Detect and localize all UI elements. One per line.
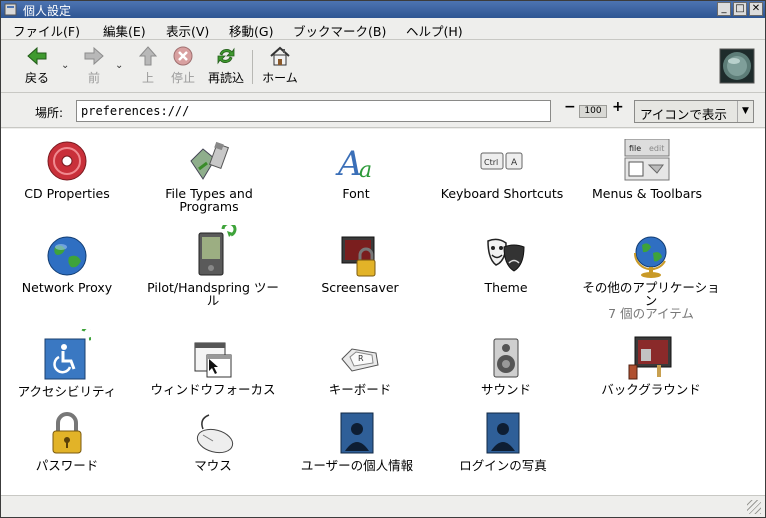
back-label: 戻る [24, 71, 49, 85]
location-label: 場所: [35, 106, 64, 120]
icon-item[interactable]: その他のアプリケーション 7 個のアイテム [581, 233, 721, 321]
location-bar: 場所: preferences:/// − 100 + アイコンで表示 ▼ [1, 94, 765, 128]
icon-item[interactable]: マウス [143, 411, 283, 472]
menu-bar: ファイル(F) 編集(E) 表示(V) 移動(G) ブックマーク(B) ヘルプ(… [1, 18, 765, 40]
forward-button[interactable]: 前 [79, 45, 109, 86]
padlock-icon [52, 412, 82, 454]
up-button[interactable]: 上 [134, 45, 162, 86]
pda-icon [198, 221, 237, 276]
svg-text:file: file [629, 144, 641, 153]
close-button[interactable]: ✕ [749, 2, 763, 16]
up-arrow-icon [138, 46, 158, 66]
icon-item[interactable]: ログインの写真 [433, 411, 573, 472]
toolbar-separator [252, 50, 253, 84]
menu-bookmarks[interactable]: ブックマーク(B) [293, 21, 386, 40]
zoom-level[interactable]: 100 [579, 105, 607, 118]
title-bar[interactable]: 個人設定 _ □ ✕ [1, 1, 765, 18]
chevron-down-icon: ▼ [737, 101, 753, 122]
home-button[interactable]: ホーム [258, 45, 302, 86]
icon-item[interactable]: Pilot/Handspring ツール [143, 221, 283, 307]
theme-masks-icon [487, 238, 525, 272]
icon-item[interactable]: アクセシビリティ [0, 325, 137, 398]
icon-item[interactable]: ウィンドウフォーカス [143, 335, 283, 396]
screensaver-lock-icon [341, 236, 376, 277]
back-history-chevron-icon[interactable]: ⌄ [61, 60, 69, 71]
background-paint-icon [628, 336, 672, 380]
window-menu-icon[interactable] [4, 3, 17, 16]
icon-item[interactable]: Theme [436, 233, 576, 294]
stop-icon [173, 46, 193, 66]
icon-item[interactable]: R キーボード [290, 335, 430, 396]
menu-view[interactable]: 表示(V) [166, 21, 209, 40]
icon-item[interactable]: ユーザーの個人情報 [287, 411, 427, 472]
forward-arrow-icon [84, 46, 104, 66]
file-types-icon [190, 141, 230, 180]
stop-button[interactable]: 停止 [167, 45, 199, 86]
view-mode-select[interactable]: アイコンで表示 ▼ [634, 100, 754, 123]
minimize-button[interactable]: _ [717, 2, 731, 16]
icon-item[interactable]: CD Properties [0, 139, 137, 200]
keyboard-key-icon: R [341, 348, 379, 372]
cd-icon [47, 141, 87, 181]
stop-label: 停止 [170, 71, 195, 85]
forward-history-chevron-icon[interactable]: ⌄ [115, 60, 123, 71]
svg-text:a: a [359, 158, 372, 183]
forward-label: 前 [87, 71, 100, 85]
icon-item[interactable]: Screensaver [290, 233, 430, 294]
icon-item[interactable]: File Types and Programs [139, 139, 279, 213]
back-button[interactable]: 戻る [19, 45, 55, 86]
mouse-icon [196, 414, 234, 454]
icon-item[interactable]: Network Proxy [0, 233, 137, 294]
back-arrow-icon [27, 46, 47, 66]
resize-grip[interactable] [747, 500, 761, 514]
user-photo-icon [340, 412, 374, 454]
speaker-icon [493, 338, 519, 378]
maximize-button[interactable]: □ [733, 2, 747, 16]
icon-item[interactable]: バックグラウンド [581, 335, 721, 396]
globe-stand-icon [633, 236, 667, 278]
keyboard-shortcuts-icon: Ctrl A [480, 152, 523, 170]
window-title: 個人設定 [23, 4, 72, 18]
menus-toolbars-icon: file edit [624, 138, 670, 181]
home-icon [270, 46, 290, 66]
view-mode-label: アイコンで表示 [640, 107, 727, 122]
preferences-window: 個人設定 _ □ ✕ ファイル(F) 編集(E) 表示(V) 移動(G) ブック… [0, 0, 766, 518]
zoom-in-button[interactable]: + [612, 99, 624, 115]
menu-edit[interactable]: 編集(E) [103, 21, 146, 40]
icon-item[interactable]: サウンド [436, 335, 576, 396]
svg-text:Ctrl: Ctrl [484, 158, 498, 167]
reload-button[interactable]: 再読込 [205, 45, 247, 86]
svg-text:R: R [358, 354, 364, 363]
icon-item[interactable]: A a Font [286, 139, 426, 200]
window-focus-icon [194, 342, 232, 378]
reload-icon [217, 47, 235, 65]
menu-file[interactable]: ファイル(F) [13, 21, 80, 40]
login-photo-icon [486, 412, 520, 454]
toolbar: 戻る ⌄ 前 ⌄ 上 停止 再読込 ホーム [1, 40, 765, 93]
up-label: 上 [141, 71, 154, 85]
menu-help[interactable]: ヘルプ(H) [406, 21, 463, 40]
home-label: ホーム [262, 71, 298, 85]
status-bar [1, 495, 765, 517]
font-icon: A a [335, 144, 372, 184]
svg-text:A: A [511, 158, 518, 168]
menu-go[interactable]: 移動(G) [229, 21, 273, 40]
icon-item[interactable]: file edit Menus & Toolbars [577, 138, 717, 200]
icon-view[interactable]: CD Properties File Types and Programs A … [1, 129, 765, 495]
svg-text:edit: edit [649, 144, 664, 153]
globe-icon [47, 236, 87, 276]
icon-item[interactable]: Ctrl A Keyboard Shortcuts [432, 139, 572, 200]
location-input[interactable]: preferences:/// [76, 100, 551, 122]
accessibility-icon [44, 325, 97, 380]
reload-label: 再読込 [207, 71, 244, 85]
zoom-out-button[interactable]: − [564, 99, 576, 115]
throbber-icon [719, 48, 755, 84]
icon-item[interactable]: パスワード [0, 411, 137, 472]
